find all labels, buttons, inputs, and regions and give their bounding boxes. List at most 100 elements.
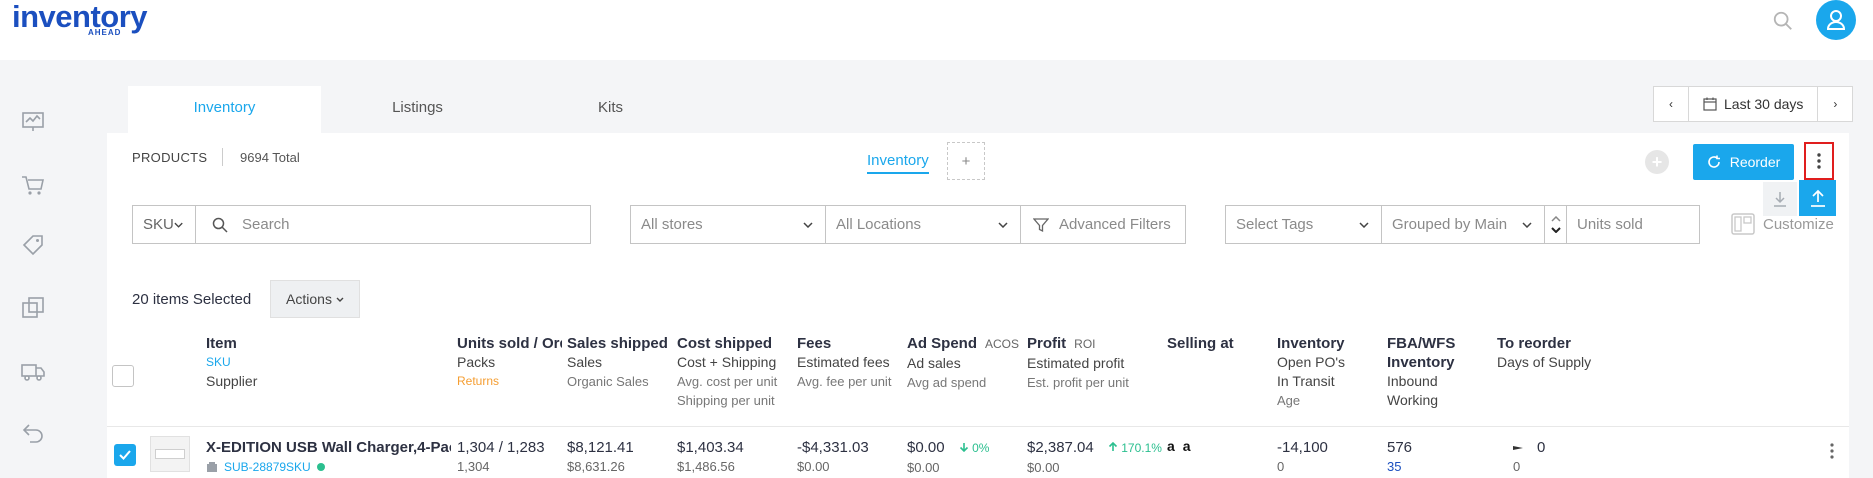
advanced-filters-label: Advanced Filters xyxy=(1059,216,1171,233)
date-next-button[interactable]: › xyxy=(1818,87,1852,121)
amazon-icon[interactable]: a xyxy=(1183,438,1191,454)
roi-value: 170.1% xyxy=(1121,441,1162,455)
column-title: Profit xyxy=(1027,335,1067,352)
download-button[interactable] xyxy=(1763,182,1797,216)
ad-spend-value: $0.00 xyxy=(907,439,945,456)
search-input[interactable]: Search xyxy=(195,205,591,244)
search-field-select[interactable]: SKU xyxy=(132,205,196,244)
days-of-supply-value: 0 xyxy=(1513,459,1521,474)
column-title: Fees xyxy=(797,335,832,352)
ad-sales-value: $0.00 xyxy=(907,460,940,475)
date-range-button[interactable]: Last 30 days xyxy=(1688,87,1819,121)
packs-value: 1,304 xyxy=(457,459,490,474)
column-sub: In Transit xyxy=(1277,373,1335,389)
upload-button[interactable] xyxy=(1799,180,1836,216)
column-sub: Packs xyxy=(457,354,496,370)
arrow-up-icon xyxy=(1108,441,1117,451)
add-view-button[interactable]: + xyxy=(947,142,985,180)
column-selling-at[interactable]: Selling at xyxy=(1167,334,1234,353)
tags-select[interactable]: Select Tags xyxy=(1225,205,1382,244)
search-icon xyxy=(212,217,228,233)
columns-icon xyxy=(1731,213,1755,235)
column-sub: Est. profit per unit xyxy=(1027,375,1129,390)
search-icon[interactable] xyxy=(1772,10,1794,32)
column-title: Cost shipped xyxy=(677,335,773,352)
column-sub: Inbound xyxy=(1387,373,1438,389)
date-prev-button[interactable]: ‹ xyxy=(1654,87,1688,121)
column-fba[interactable]: FBA/WFS Inventory Inbound Working xyxy=(1387,334,1455,410)
column-fees[interactable]: Fees Estimated fees Avg. fee per unit xyxy=(797,334,891,391)
tab-listings[interactable]: Listings xyxy=(321,86,514,133)
column-sales[interactable]: Sales shipped Sales Organic Sales xyxy=(567,334,668,391)
sort-field-label: Units sold xyxy=(1577,216,1643,233)
fba-value: 576 xyxy=(1387,439,1413,456)
column-sub: Organic Sales xyxy=(567,374,649,389)
tag-icon[interactable] xyxy=(20,232,46,258)
brand-name: inventory xyxy=(12,0,148,34)
column-title: Item xyxy=(206,335,237,352)
advanced-filters-button[interactable]: Advanced Filters xyxy=(1020,205,1186,244)
add-circle-icon[interactable]: + xyxy=(1645,150,1669,174)
sort-select[interactable]: Units sold xyxy=(1544,205,1700,244)
search-field-label: SKU xyxy=(143,216,174,233)
cart-icon[interactable] xyxy=(20,172,46,198)
cost-value: $1,403.34 xyxy=(677,439,744,456)
column-sub: Cost + Shipping xyxy=(677,354,777,370)
amazon-icon[interactable]: a xyxy=(1167,438,1175,454)
column-to-reorder[interactable]: To reorder Days of Supply xyxy=(1497,334,1591,372)
chevron-down-icon xyxy=(336,297,344,302)
column-cost[interactable]: Cost shipped Cost + Shipping Avg. cost p… xyxy=(677,334,777,410)
chevron-down-icon xyxy=(998,221,1008,228)
select-all-checkbox[interactable] xyxy=(112,365,134,387)
reorder-button[interactable]: Reorder xyxy=(1693,144,1794,180)
column-sub: Estimated fees xyxy=(797,354,890,370)
row-menu-icon[interactable] xyxy=(1830,443,1834,459)
ad-spend-cell: $0.00 0% $0.00 xyxy=(907,438,989,477)
column-profit[interactable]: Profit ROI Estimated profit Est. profit p… xyxy=(1027,334,1129,392)
column-units[interactable]: Units sold / Ord Packs Returns xyxy=(457,334,562,391)
column-sub: Avg. cost per unit xyxy=(677,374,778,389)
stores-label: All stores xyxy=(641,216,703,233)
column-sub: Avg. fee per unit xyxy=(797,374,892,389)
dashboard-icon[interactable] xyxy=(20,109,46,135)
brand-logo[interactable]: inventory AHEAD xyxy=(12,0,148,37)
column-sub: Ad sales xyxy=(907,355,961,371)
profit-secondary: $0.00 xyxy=(1027,460,1060,475)
reorder-flag-icon xyxy=(1513,445,1523,450)
inbound-value: 35 xyxy=(1387,459,1402,474)
column-ad-spend[interactable]: Ad Spend ACOS Ad sales Avg ad spend xyxy=(907,334,1019,392)
column-sub: SKU xyxy=(206,355,231,369)
reorder-value: 0 xyxy=(1537,439,1546,456)
more-vertical-icon xyxy=(1817,153,1821,169)
column-sub: Shipping per unit xyxy=(677,393,775,408)
stores-select[interactable]: All stores xyxy=(630,205,826,244)
returns-icon[interactable] xyxy=(20,420,46,446)
column-title: Ad Spend xyxy=(907,335,977,352)
search-placeholder: Search xyxy=(242,216,290,233)
product-thumbnail[interactable] xyxy=(150,436,190,472)
column-inventory[interactable]: Inventory Open PO's In Transit Age xyxy=(1277,334,1345,410)
product-name[interactable]: X-EDITION USB Wall Charger,4-Pac xyxy=(206,438,451,457)
grouping-select[interactable]: Grouped by Main xyxy=(1381,205,1545,244)
more-options-button[interactable] xyxy=(1804,142,1834,180)
inventory-cell: -14,100 0 xyxy=(1277,438,1328,476)
sidebar xyxy=(0,60,82,478)
divider xyxy=(107,426,1849,427)
column-sub: Returns xyxy=(457,374,500,388)
tab-kits[interactable]: Kits xyxy=(514,86,707,133)
truck-icon[interactable] xyxy=(20,358,46,384)
column-sub: Avg ad spend xyxy=(907,375,987,390)
locations-select[interactable]: All Locations xyxy=(825,205,1021,244)
product-sku[interactable]: SUB-28879SKU xyxy=(224,460,311,474)
user-avatar[interactable] xyxy=(1816,0,1856,40)
sort-direction-toggle[interactable] xyxy=(1545,206,1567,243)
tab-inventory[interactable]: Inventory xyxy=(128,86,321,133)
row-checkbox[interactable] xyxy=(114,444,136,466)
column-sub: Estimated profit xyxy=(1027,355,1125,371)
column-item[interactable]: Item SKU Supplier xyxy=(206,334,257,391)
customize-button[interactable]: Customize xyxy=(1731,213,1834,235)
actions-dropdown[interactable]: Actions xyxy=(270,280,360,318)
view-tab-inventory[interactable]: Inventory xyxy=(867,152,929,174)
kits-icon[interactable] xyxy=(20,295,46,321)
refresh-icon xyxy=(1707,155,1720,168)
